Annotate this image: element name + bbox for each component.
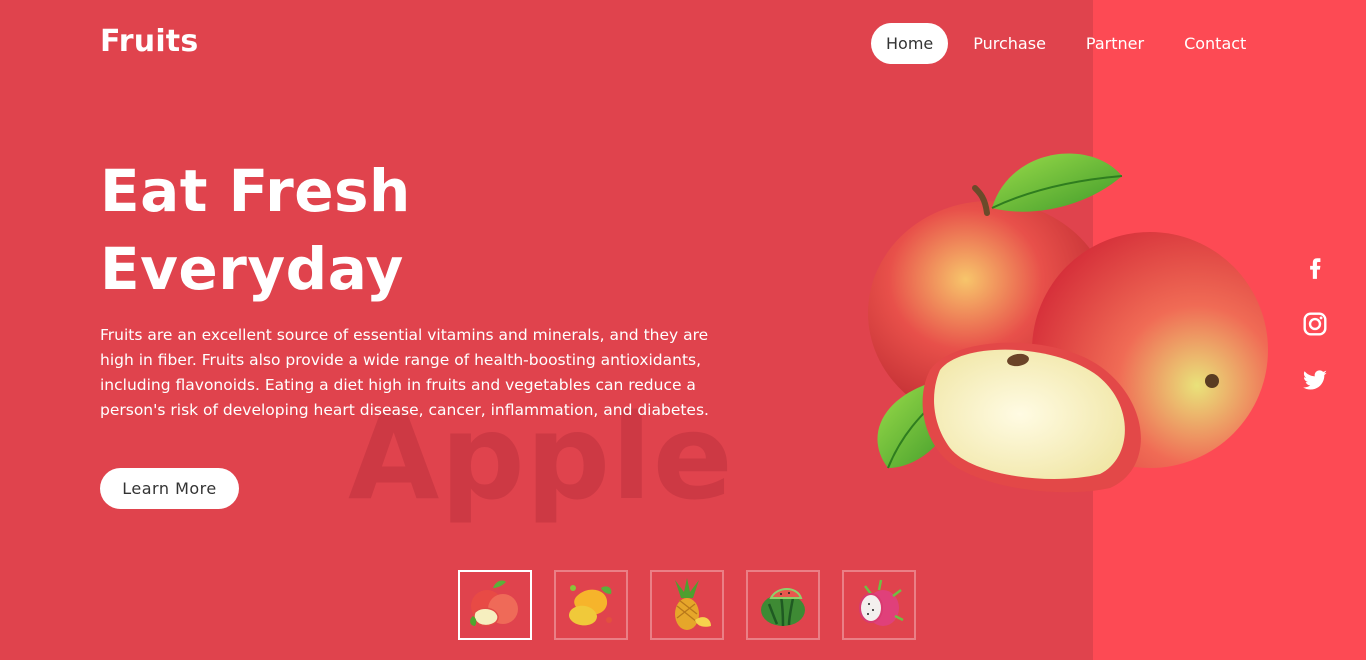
thumbnail-pineapple[interactable] — [650, 570, 724, 640]
headline-line-2: Everyday — [100, 235, 404, 303]
learn-more-button[interactable]: Learn More — [100, 468, 239, 509]
hero-description: Fruits are an excellent source of essent… — [100, 326, 709, 419]
thumbnail-dragon-fruit[interactable] — [842, 570, 916, 640]
nav-home[interactable]: Home — [871, 23, 949, 64]
site-logo[interactable]: Fruits — [100, 24, 198, 59]
thumbnail-apple[interactable] — [458, 570, 532, 640]
fruit-thumbnails — [458, 570, 938, 640]
pineapple-icon — [675, 578, 711, 630]
social-links — [1295, 255, 1335, 423]
mango-icon — [568, 585, 612, 626]
thumbnail-mango[interactable] — [554, 570, 628, 640]
nav-contact[interactable]: Contact — [1169, 23, 1261, 64]
twitter-icon[interactable] — [1302, 367, 1328, 393]
instagram-icon[interactable] — [1302, 311, 1328, 337]
headline-line-1: Eat Fresh — [100, 157, 411, 225]
main-nav: Home Purchase Partner Contact — [871, 23, 1271, 64]
watermelon-icon — [761, 588, 805, 627]
nav-partner[interactable]: Partner — [1071, 23, 1159, 64]
hero-headline: Eat Fresh Everyday — [100, 152, 411, 308]
apple-hero-image — [868, 153, 1268, 493]
facebook-icon[interactable] — [1302, 255, 1328, 281]
apple-icon — [470, 580, 518, 627]
thumbnail-watermelon[interactable] — [746, 570, 820, 640]
dragon-fruit-icon — [859, 579, 904, 626]
nav-purchase[interactable]: Purchase — [958, 23, 1061, 64]
